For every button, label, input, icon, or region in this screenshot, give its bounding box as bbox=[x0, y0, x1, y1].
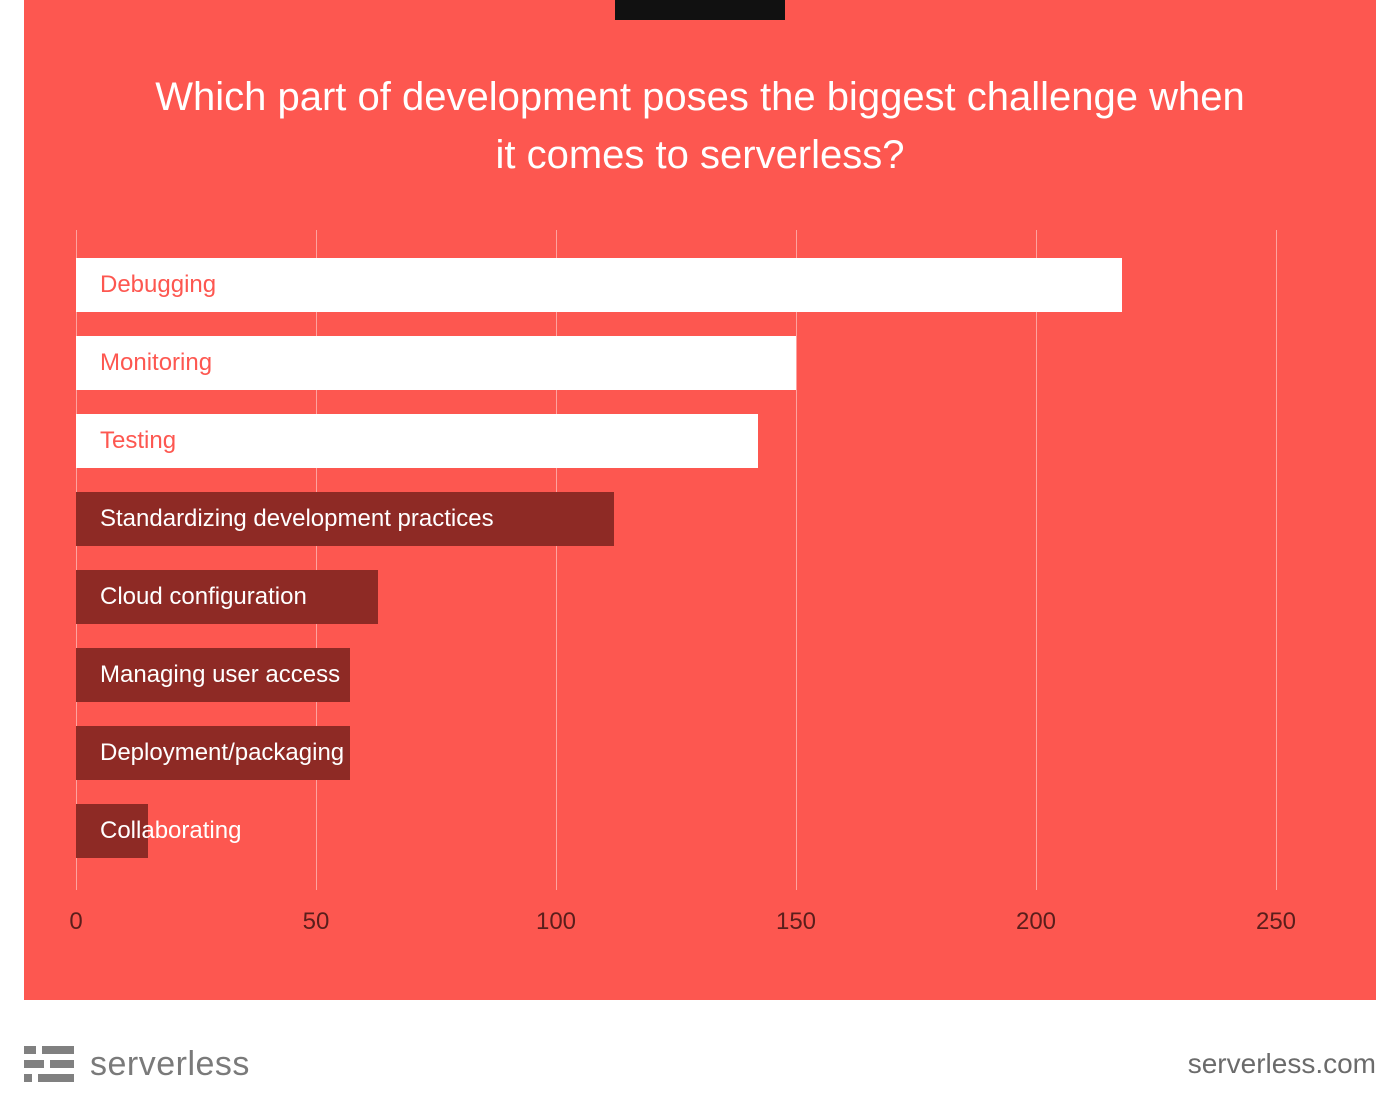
bar-row: Debugging bbox=[76, 258, 1326, 312]
brand-name: serverless bbox=[90, 1045, 250, 1084]
bar-label: Managing user access bbox=[100, 661, 340, 689]
bar-row: Cloud configuration bbox=[76, 570, 1326, 624]
bar: Standardizing development practices bbox=[76, 492, 614, 546]
serverless-logo-icon bbox=[24, 1046, 74, 1082]
bar-label: Debugging bbox=[100, 271, 216, 299]
bar: Cloud configuration bbox=[76, 570, 378, 624]
bar: Monitoring bbox=[76, 336, 796, 390]
bar: Debugging bbox=[76, 258, 1122, 312]
bar: Deployment/packaging bbox=[76, 726, 350, 780]
x-tick-label: 0 bbox=[69, 908, 82, 936]
bar-label: Monitoring bbox=[100, 349, 212, 377]
bar: Testing bbox=[76, 414, 758, 468]
bar-label: Deployment/packaging bbox=[100, 739, 344, 767]
chart-bars: Debugging Monitoring Testing Standardizing … bbox=[76, 258, 1326, 882]
bar-row: Standardizing development practices bbox=[76, 492, 1326, 546]
x-tick-label: 100 bbox=[536, 908, 576, 936]
bar-row: Monitoring bbox=[76, 336, 1326, 390]
bar-row: Managing user access bbox=[76, 648, 1326, 702]
bar: Collaborating bbox=[76, 804, 148, 858]
header-black-tab bbox=[615, 0, 785, 20]
chart-card: Which part of development poses the bigg… bbox=[24, 0, 1376, 1000]
brand-url: serverless.com bbox=[1188, 1048, 1376, 1080]
chart-title: Which part of development poses the bigg… bbox=[24, 0, 1376, 184]
x-tick-label: 200 bbox=[1016, 908, 1056, 936]
bar-row: Deployment/packaging bbox=[76, 726, 1326, 780]
bar-row: Collaborating bbox=[76, 804, 1326, 858]
x-tick-label: 50 bbox=[303, 908, 330, 936]
footer: serverless serverless.com bbox=[24, 1034, 1376, 1094]
x-tick-label: 250 bbox=[1256, 908, 1296, 936]
brand: serverless bbox=[24, 1045, 250, 1084]
chart-plot-area: 050100150200250 DebuggingMonitoringTesti… bbox=[76, 230, 1326, 930]
x-tick-label: 150 bbox=[776, 908, 816, 936]
bar: Managing user access bbox=[76, 648, 350, 702]
bar-label: Cloud configuration bbox=[100, 583, 307, 611]
bar-label: Standardizing development practices bbox=[100, 505, 494, 533]
bar-label: Collaborating bbox=[100, 817, 241, 845]
bar-label: Testing bbox=[100, 427, 176, 455]
bar-row: Testing bbox=[76, 414, 1326, 468]
